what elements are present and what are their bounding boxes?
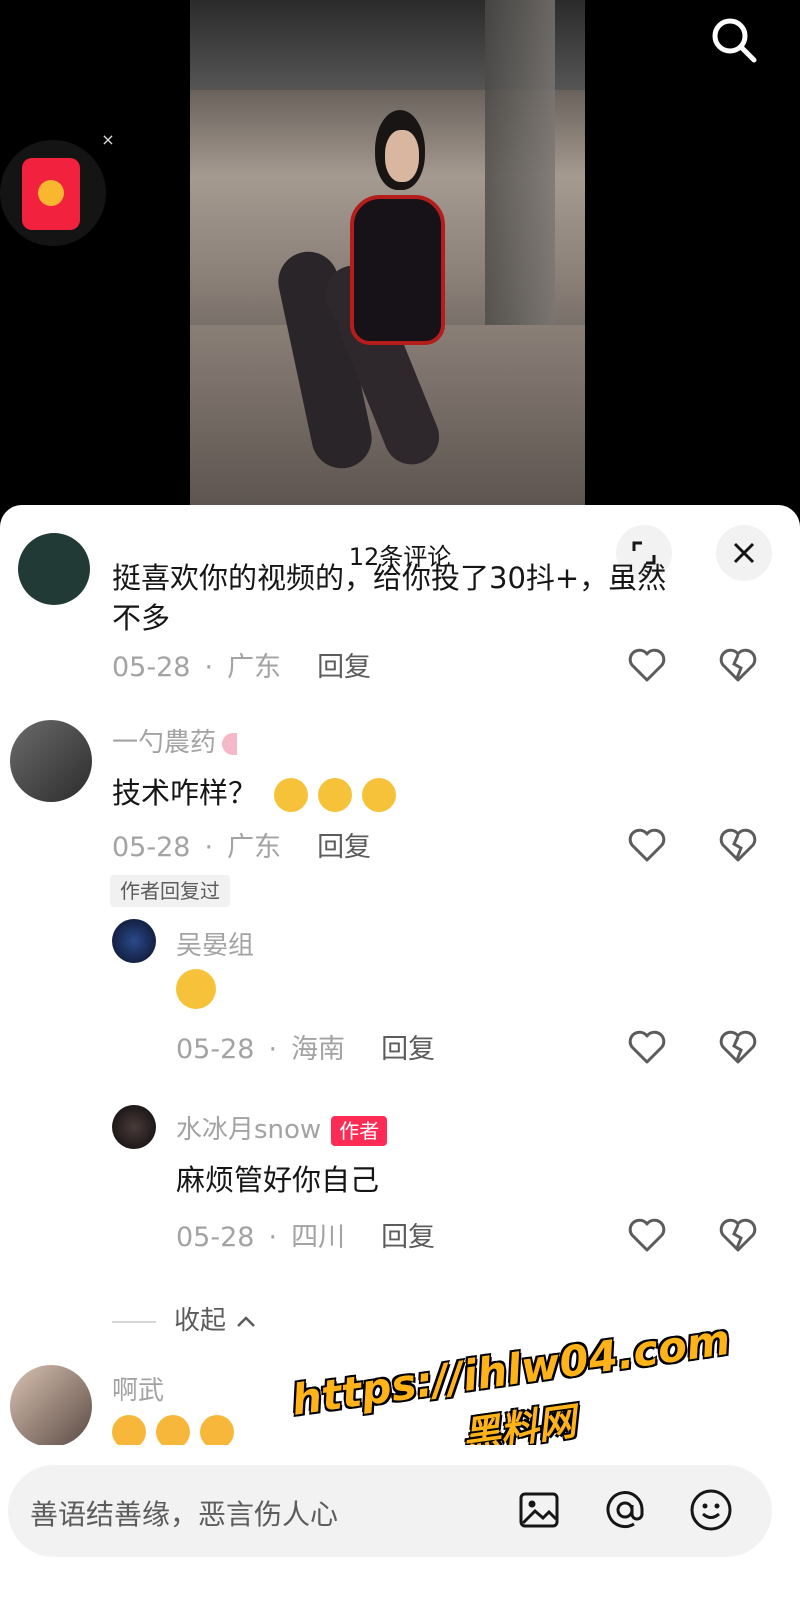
avatar[interactable] — [10, 1365, 92, 1447]
reply-button[interactable]: 回复 — [381, 1034, 435, 1065]
thumbs-up-emoji-icon — [112, 1415, 146, 1449]
finger-heart-emoji-icon — [274, 778, 309, 812]
video-frame — [190, 0, 585, 505]
avatar[interactable] — [10, 720, 92, 802]
comment-text: 不多 — [112, 601, 171, 635]
dislike-icon[interactable] — [718, 825, 758, 865]
comment-username[interactable]: 一勺農药 — [112, 722, 262, 759]
dislike-icon[interactable] — [718, 1027, 758, 1067]
finger-heart-emoji-icon — [318, 778, 353, 812]
screen: × 12条评论 挺喜欢你的视频的，给你投了30抖+，虽然 不多 05-28 · 广东… — [0, 0, 800, 1620]
red-envelope-icon[interactable] — [0, 140, 106, 246]
comment-date: 05-28 — [112, 832, 191, 863]
pill-emoji-icon — [222, 732, 253, 755]
like-icon[interactable] — [627, 825, 667, 865]
thinking-face-emoji-icon — [176, 969, 216, 1009]
reply-text: 麻烦管好你自己 — [176, 1163, 380, 1197]
thumbs-up-emoji-icon — [200, 1415, 234, 1449]
comment-date: 05-28 — [112, 652, 191, 683]
comment-meta: 05-28 · 广东 回复 — [112, 832, 372, 863]
comment-region: 海南 — [291, 1034, 346, 1065]
thumbs-up-emoji-icon — [156, 1415, 190, 1449]
image-icon[interactable] — [516, 1487, 562, 1533]
comment-meta: 05-28 · 海南 回复 — [176, 1034, 436, 1065]
comment-meta: 05-28 · 广东 回复 — [112, 652, 372, 683]
video-player[interactable]: × — [0, 0, 800, 510]
comment-date: 05-28 — [176, 1222, 255, 1253]
comment-region: 四川 — [291, 1222, 346, 1253]
comment-text: 技术咋样？ — [112, 770, 406, 812]
search-icon[interactable] — [706, 12, 762, 68]
red-envelope-close-button[interactable]: × — [98, 130, 118, 150]
comment-date: 05-28 — [176, 1034, 255, 1065]
comment-region: 广东 — [227, 652, 282, 683]
at-icon[interactable] — [602, 1487, 648, 1533]
reply-text — [176, 969, 226, 1009]
author-tag: 作者 — [331, 1115, 388, 1146]
avatar[interactable] — [112, 919, 156, 963]
video-subject — [272, 110, 495, 480]
comment-meta: 05-28 · 四川 回复 — [176, 1222, 436, 1253]
emoji-icon[interactable] — [688, 1487, 734, 1533]
like-icon[interactable] — [627, 645, 667, 685]
dislike-icon[interactable] — [718, 645, 758, 685]
reply-button[interactable]: 回复 — [317, 652, 371, 683]
dislike-icon[interactable] — [718, 1215, 758, 1255]
reply-button[interactable]: 回复 — [381, 1222, 435, 1253]
comment-input[interactable]: 善语结善缘，恶言伤人心 — [8, 1465, 772, 1557]
finger-heart-emoji-icon — [362, 778, 397, 812]
comment-input-bar: 善语结善缘，恶言伤人心 — [0, 1445, 800, 1620]
like-icon[interactable] — [627, 1215, 667, 1255]
divider — [112, 1320, 156, 1323]
comment-text: 挺喜欢你的视频的，给你投了30抖+，虽然 — [112, 561, 667, 595]
comment-text — [112, 1413, 244, 1449]
avatar[interactable] — [112, 1105, 156, 1149]
like-icon[interactable] — [627, 1027, 667, 1067]
reply-username[interactable]: 吴晏组 — [176, 925, 254, 962]
avatar[interactable] — [18, 533, 90, 605]
input-placeholder: 善语结善缘，恶言伤人心 — [30, 1498, 339, 1531]
comment-username[interactable]: 啊武 — [112, 1370, 164, 1407]
reply-button[interactable]: 回复 — [317, 832, 371, 863]
collapse-replies-button[interactable]: 收起 — [112, 1300, 258, 1337]
author-replied-badge: 作者回复过 — [110, 875, 230, 907]
chevron-up-icon — [237, 1315, 256, 1327]
reply-username[interactable]: 水冰月snow 作者 — [176, 1109, 388, 1146]
comment-region: 广东 — [227, 832, 282, 863]
